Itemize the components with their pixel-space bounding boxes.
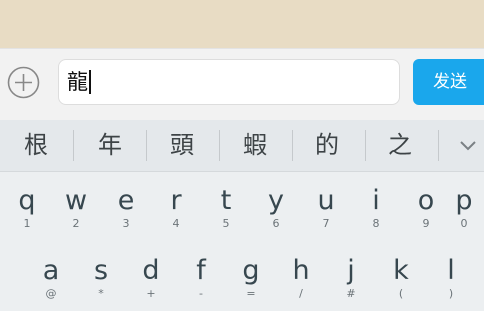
key-letter: j [347,255,355,286]
candidate-divider [219,130,220,161]
soft-keyboard: q 1 w 2 e 3 r 4 t 5 y 6 u 7 i 8 o 9 p 0 … [0,172,484,311]
text-caret [89,70,91,94]
candidate-item[interactable]: 頭 [152,120,212,171]
key-a[interactable]: a @ [31,256,71,300]
key-w[interactable]: w 2 [56,186,96,230]
key-hint: 3 [122,217,130,230]
key-letter: t [220,185,232,216]
key-h[interactable]: h / [281,256,321,300]
key-i[interactable]: i 8 [356,186,396,230]
key-hint: = [246,287,256,300]
candidate-divider [365,130,366,161]
key-hint: ) [448,287,454,300]
candidate-item[interactable]: 根 [6,120,66,171]
key-letter: k [393,255,409,286]
key-hint: 9 [422,217,430,230]
key-letter: d [142,255,160,286]
key-hint: - [199,287,203,300]
key-hint: * [98,287,104,300]
ime-candidate-bar: 根 年 頭 蝦 的 之 [0,120,484,172]
key-hint: 8 [372,217,380,230]
key-e[interactable]: e 3 [106,186,146,230]
key-hint: 6 [272,217,280,230]
add-circle-icon [7,66,40,99]
key-letter: u [317,185,335,216]
chat-background-strip [0,0,484,48]
key-hint: 7 [322,217,330,230]
key-hint: 2 [72,217,80,230]
key-letter: g [242,255,260,286]
key-letter: e [117,185,135,216]
key-hint: + [146,287,156,300]
key-letter: q [18,185,36,216]
candidate-item[interactable]: 年 [80,120,140,171]
key-q[interactable]: q 1 [7,186,47,230]
key-hint: / [299,287,303,300]
key-l[interactable]: l ) [431,256,471,300]
candidate-divider [438,130,439,161]
key-k[interactable]: k ( [381,256,421,300]
send-button[interactable]: 发送 [413,59,484,105]
key-s[interactable]: s * [81,256,121,300]
key-g[interactable]: g = [231,256,271,300]
key-letter: w [64,185,88,216]
key-y[interactable]: y 6 [256,186,296,230]
key-letter: y [268,185,284,216]
key-hint: 4 [172,217,180,230]
key-hint: # [346,287,356,300]
candidate-divider [292,130,293,161]
key-d[interactable]: d + [131,256,171,300]
message-input-value: 龍 [67,70,88,94]
key-letter: i [372,185,380,216]
candidate-divider [73,130,74,161]
key-hint: 5 [222,217,230,230]
key-letter: p [455,185,473,216]
key-hint: 0 [460,217,468,230]
key-f[interactable]: f - [181,256,221,300]
message-input[interactable]: 龍 [58,59,400,105]
key-r[interactable]: r 4 [156,186,196,230]
key-o[interactable]: o 9 [406,186,446,230]
key-p[interactable]: p 0 [444,186,484,230]
key-t[interactable]: t 5 [206,186,246,230]
key-letter: s [93,255,109,286]
candidate-item[interactable]: 蝦 [225,120,285,171]
add-attachment-button[interactable] [7,66,40,99]
key-letter: f [196,255,206,286]
key-hint: ( [398,287,404,300]
message-composer: 龍 发送 [0,48,484,120]
key-u[interactable]: u 7 [306,186,346,230]
key-hint: @ [45,287,57,300]
candidate-divider [146,130,147,161]
expand-candidates-button[interactable] [440,120,484,171]
key-letter: o [417,185,435,216]
key-letter: h [292,255,310,286]
key-letter: a [42,255,60,286]
candidate-item[interactable]: 之 [370,120,430,171]
key-letter: r [170,185,182,216]
candidate-item[interactable]: 的 [297,120,357,171]
key-letter: l [447,255,455,286]
chevron-down-icon [460,141,476,151]
key-hint: 1 [23,217,31,230]
key-j[interactable]: j # [331,256,371,300]
